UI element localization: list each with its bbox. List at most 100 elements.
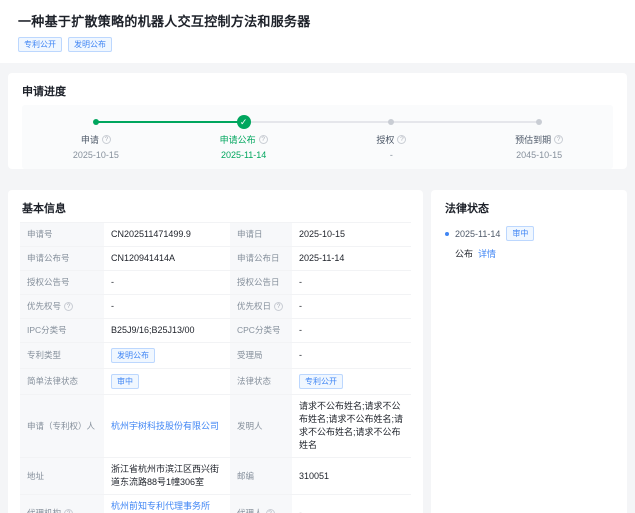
progress-step-date: 2045-10-15 xyxy=(516,150,563,160)
legal-status-detail-link[interactable]: 详情 xyxy=(478,247,496,260)
legal-status-card: 法律状态 2025-11-14 审中 公布 详情 xyxy=(431,190,627,513)
field-value: 专利公开 xyxy=(292,369,411,395)
table-row: 申请（专利权）人 杭州宇树科技股份有限公司 发明人 请求不公布姓名;请求不公布姓名;请… xyxy=(20,395,411,458)
field-label: IPC分类号 xyxy=(20,319,104,343)
step-dot-icon xyxy=(388,119,395,125)
field-value: 请求不公布姓名;请求不公布姓名;请求不公布姓名;请求不公布姓名;请求不公布姓名 xyxy=(292,395,411,458)
field-value: - xyxy=(292,271,411,295)
field-label-text: 发明人 xyxy=(237,420,263,431)
field-value: 发明公布 xyxy=(104,343,230,369)
field-label-text: 简单法律状态 xyxy=(27,376,79,386)
applicant-link[interactable]: 杭州宇树科技股份有限公司 xyxy=(111,420,219,433)
field-label: 授权公告日 xyxy=(230,271,292,295)
field-label: CPC分类号 xyxy=(230,319,292,343)
help-icon[interactable]: ? xyxy=(64,508,74,513)
progress-step: 授权? - xyxy=(318,115,466,160)
legal-status-tag: 专利公开 xyxy=(299,374,343,389)
table-row: 申请号 CN202511471499.9 申请日 2025-10-15 xyxy=(20,223,411,247)
basic-info-card: 基本信息 申请号 CN202511471499.9 申请日 2025-10-15 申请公… xyxy=(8,190,423,513)
field-value: - xyxy=(104,271,230,295)
field-label: 专利类型 xyxy=(20,343,104,369)
table-row: 地址 浙江省杭州市滨江区西兴街道东流路88号1幢306室 邮编 310051 xyxy=(20,458,411,495)
field-value: CN202511471499.9 xyxy=(104,223,230,247)
help-icon[interactable]: ? xyxy=(265,508,275,513)
field-label-text: 申请公布号 xyxy=(27,253,70,263)
field-value: 杭州宇树科技股份有限公司 xyxy=(104,395,230,458)
field-label-text: 受理局 xyxy=(237,350,263,360)
field-label: 申请（专利权）人 xyxy=(20,395,104,458)
simple-legal-status-tag: 审中 xyxy=(111,374,139,389)
help-icon[interactable]: ? xyxy=(101,135,111,144)
agency-link[interactable]: 杭州前知专利代理事务所（普通合伙） xyxy=(111,500,223,513)
table-row: 简单法律状态 审中 法律状态 专利公开 xyxy=(20,369,411,395)
field-label: 优先权号? xyxy=(20,295,104,319)
progress-step: 申请? 2025-10-15 xyxy=(22,115,170,160)
progress-step-date: 2025-11-14 xyxy=(220,150,267,160)
field-value: B25J9/16;B25J13/00 xyxy=(104,319,230,343)
field-label-text: 申请公布日 xyxy=(237,253,280,263)
field-value: 2025-11-14 xyxy=(292,247,411,271)
check-circle-icon: ✓ xyxy=(236,115,251,129)
field-label-text: 优先权日 xyxy=(237,301,272,311)
field-label: 发明人 xyxy=(230,395,292,458)
field-label: 代理人? xyxy=(230,495,292,513)
legal-status-item: 2025-11-14 审中 公布 详情 xyxy=(445,226,613,260)
progress-step-label: 授权? xyxy=(376,133,407,146)
field-label-text: 专利类型 xyxy=(27,350,62,360)
patent-type-tag: 发明公布 xyxy=(111,348,155,363)
help-icon[interactable]: ? xyxy=(554,135,564,144)
legal-status-item-tag: 审中 xyxy=(506,226,535,241)
basic-info-table: 申请号 CN202511471499.9 申请日 2025-10-15 申请公布号 CN1… xyxy=(20,222,411,513)
field-label: 优先权日? xyxy=(230,295,292,319)
field-value: - xyxy=(292,343,411,369)
field-value: - xyxy=(292,495,411,513)
field-label-text: 邮编 xyxy=(237,470,255,481)
legal-status-event: 公布 xyxy=(455,249,474,259)
help-icon[interactable]: ? xyxy=(258,135,268,144)
field-label: 简单法律状态 xyxy=(20,369,104,395)
progress-step-label: 申请公布? xyxy=(220,133,268,146)
field-label-text: 代理人 xyxy=(237,507,263,513)
bullet-dot-icon xyxy=(445,231,449,236)
title-tag-row: 专利公开 发明公布 xyxy=(18,37,617,52)
field-label: 申请号 xyxy=(20,223,104,247)
progress-step-date: - xyxy=(389,150,393,160)
field-value: 310051 xyxy=(292,458,411,495)
field-label: 申请日 xyxy=(230,223,292,247)
progress-step: 预估到期? 2045-10-15 xyxy=(465,115,613,160)
progress-step-label-text: 申请 xyxy=(80,135,99,145)
help-icon[interactable]: ? xyxy=(64,302,74,311)
field-label-text: 申请日 xyxy=(237,229,263,239)
patent-tag: 发明公布 xyxy=(68,37,112,52)
progress-step-label-text: 申请公布 xyxy=(219,135,256,145)
field-label-text: 申请号 xyxy=(27,229,53,239)
help-icon[interactable]: ? xyxy=(274,302,284,311)
progress-timeline-panel: 申请? 2025-10-15 ✓ 申请公布? 2025-11-14 授权? - 预估到期? 20… xyxy=(22,105,613,169)
progress-heading: 申请进度 xyxy=(22,86,66,98)
field-value: 2025-10-15 xyxy=(292,223,411,247)
table-row: 授权公告号 - 授权公告日 - xyxy=(20,271,411,295)
field-label-text: 地址 xyxy=(27,470,45,481)
field-label: 代理机构? xyxy=(20,495,104,513)
field-label-text: 授权公告号 xyxy=(27,277,70,287)
progress-step-label-text: 授权 xyxy=(376,135,395,145)
field-label-text: CPC分类号 xyxy=(237,325,281,335)
table-row: 优先权号? - 优先权日? - xyxy=(20,295,411,319)
field-label-text: 授权公告日 xyxy=(237,277,280,287)
table-row: 专利类型 发明公布 受理局 - xyxy=(20,343,411,369)
field-label-text: 代理机构 xyxy=(27,507,62,513)
field-value: - xyxy=(104,295,230,319)
field-value: 浙江省杭州市滨江区西兴街道东流路88号1幢306室 xyxy=(104,458,230,495)
field-value: 审中 xyxy=(104,369,230,395)
field-value: CN120941414A xyxy=(104,247,230,271)
help-icon[interactable]: ? xyxy=(397,135,407,144)
field-label-text: 优先权号 xyxy=(27,301,62,311)
field-label-text: IPC分类号 xyxy=(27,325,67,335)
legal-status-line2: 公布 详情 xyxy=(455,247,613,260)
field-value: 杭州前知专利代理事务所（普通合伙） xyxy=(104,495,230,513)
patent-tag: 专利公开 xyxy=(18,37,62,52)
legal-status-line1: 2025-11-14 审中 xyxy=(445,226,613,241)
progress-step-label-text: 预估到期 xyxy=(515,135,552,145)
